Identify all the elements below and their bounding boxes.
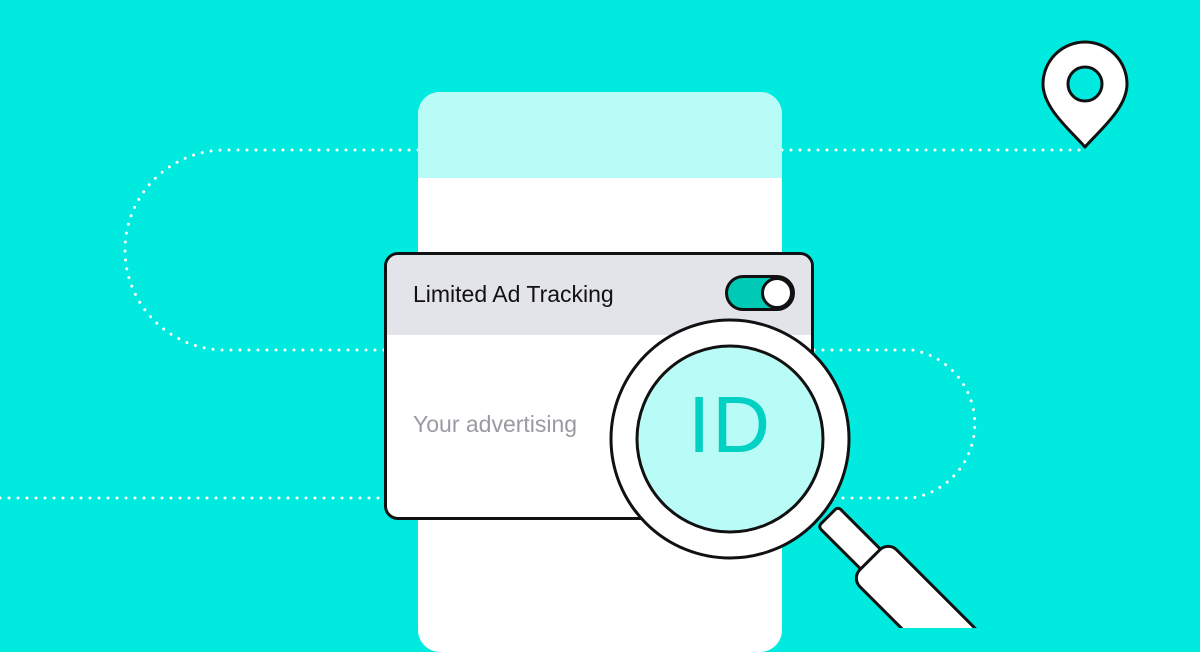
magnifying-glass-icon [609, 318, 991, 628]
advertising-id-label: ID [688, 380, 772, 469]
